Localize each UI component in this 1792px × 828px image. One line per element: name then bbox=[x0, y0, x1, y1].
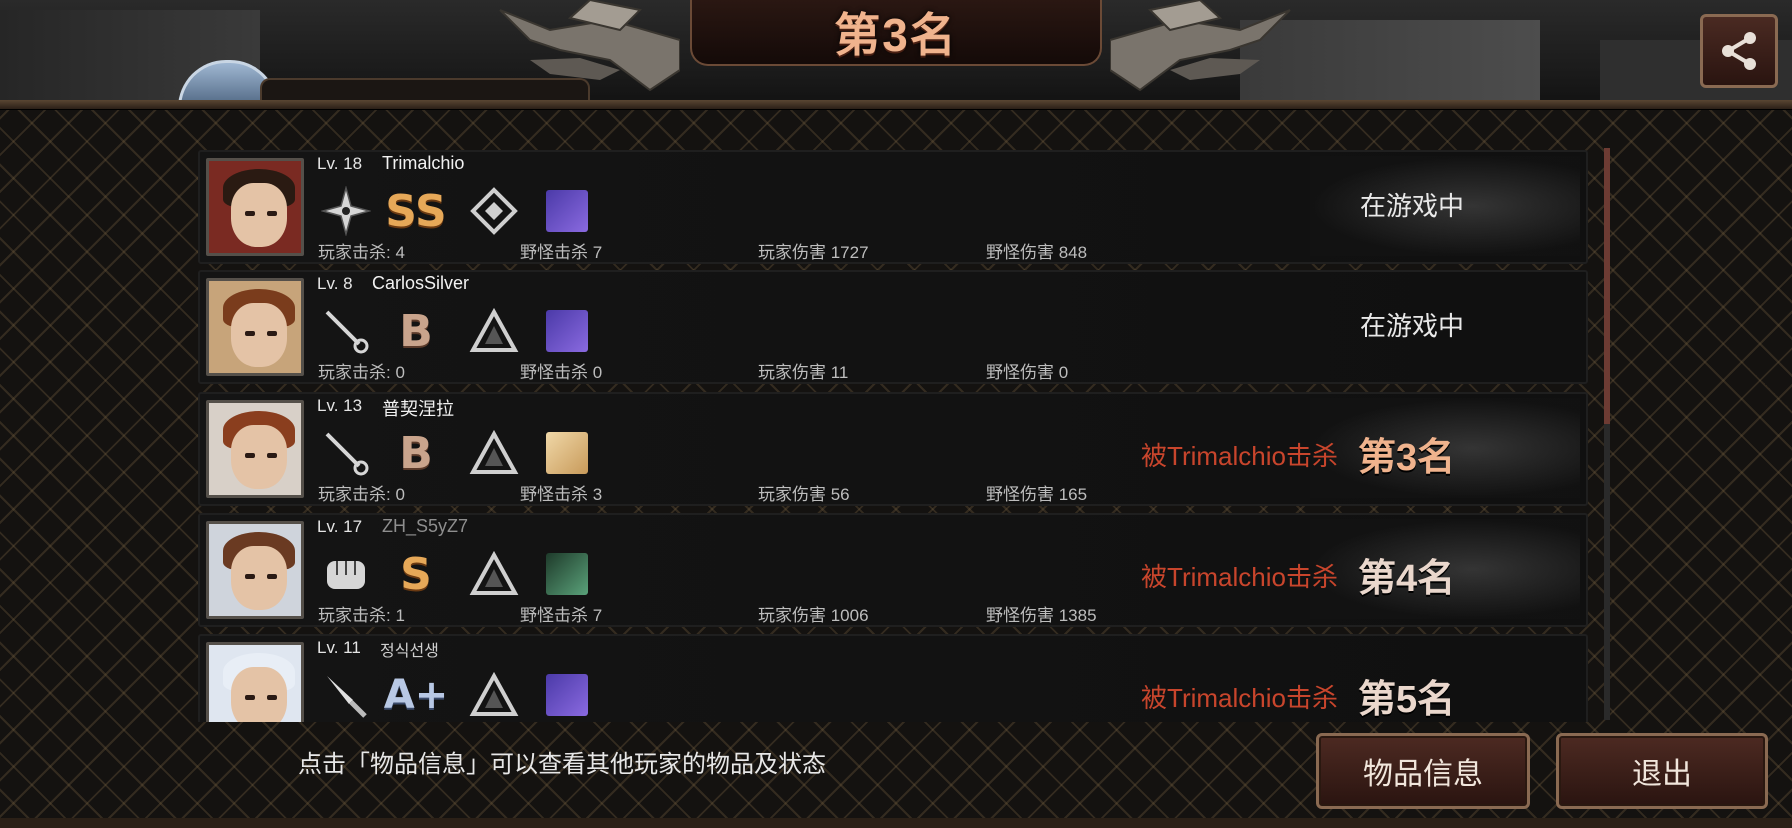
triangle-rank-icon bbox=[466, 306, 522, 356]
rank-text: 第3名 bbox=[1358, 437, 1456, 479]
triangle-rank-icon bbox=[466, 670, 522, 720]
player-kills: 玩家击杀: 4 bbox=[318, 243, 405, 262]
bottom-rail bbox=[0, 818, 1792, 828]
killed-by-text: 被Trimalchio击杀 bbox=[1141, 683, 1338, 713]
player-kills: 玩家击杀: 0 bbox=[318, 363, 405, 382]
grade-badge: B bbox=[399, 427, 433, 479]
player-name: CarlosSilver bbox=[372, 273, 470, 293]
status-text: 在游戏中 bbox=[1360, 191, 1465, 221]
player-level: Lv. 8 bbox=[317, 274, 353, 293]
triangle-rank-icon bbox=[466, 549, 522, 599]
player-damage: 玩家伤害 1727 bbox=[758, 243, 869, 262]
player-row[interactable]: Lv. 17 ZH_S5yZ7 S 玩家击杀: 1 野怪击杀 7 玩家伤害 10… bbox=[198, 513, 1588, 627]
title-banner: 第3名 bbox=[690, 0, 1102, 66]
hint-text: 点击「物品信息」可以查看其他玩家的物品及状态 bbox=[298, 751, 826, 778]
player-row[interactable]: Lv. 11 정식선생 A+ 被Trimalchio击杀 第5名 bbox=[198, 634, 1588, 722]
scrollbar-thumb[interactable] bbox=[1604, 148, 1610, 424]
player-row[interactable]: Lv. 13 普契涅拉 B 玩家击杀: 0 野怪击杀 3 玩家伤害 56 野怪伤… bbox=[198, 392, 1588, 506]
monster-damage: 野怪伤害 1385 bbox=[986, 606, 1097, 625]
bread-item-icon[interactable] bbox=[546, 432, 588, 474]
avatar bbox=[206, 278, 304, 376]
diamond-rank-icon bbox=[466, 186, 522, 236]
avatar bbox=[206, 400, 304, 498]
killed-by-text: 被Trimalchio击杀 bbox=[1141, 441, 1338, 471]
player-row[interactable]: Lv. 8 CarlosSilver B 玩家击杀: 0 野怪击杀 0 玩家伤害… bbox=[198, 270, 1588, 384]
page-title: 第3名 bbox=[834, 9, 958, 61]
monster-damage: 野怪伤害 848 bbox=[986, 243, 1088, 262]
guns-wings-right-icon bbox=[1110, 0, 1291, 92]
avatar bbox=[206, 158, 304, 256]
triangle-rank-icon bbox=[466, 428, 522, 478]
monster-kills: 野怪击杀 0 bbox=[520, 363, 603, 382]
share-button[interactable] bbox=[1700, 14, 1778, 88]
exit-button[interactable]: 退出 bbox=[1556, 733, 1768, 809]
player-name: 普契涅拉 bbox=[382, 399, 454, 419]
grade-badge: SS bbox=[385, 185, 447, 237]
rank-text: 第5名 bbox=[1358, 679, 1456, 721]
scrollbar[interactable] bbox=[1604, 148, 1610, 720]
player-name: ZH_S5yZ7 bbox=[382, 516, 469, 536]
monster-kills: 野怪击杀 3 bbox=[520, 485, 603, 504]
purple-item-icon[interactable] bbox=[546, 674, 588, 716]
rank-text: 第4名 bbox=[1358, 558, 1456, 600]
player-name: 정식선생 bbox=[380, 643, 439, 660]
player-damage: 玩家伤害 11 bbox=[758, 363, 849, 382]
killed-by-text: 被Trimalchio击杀 bbox=[1141, 562, 1338, 592]
grade-badge: S bbox=[400, 548, 432, 600]
monster-damage: 野怪伤害 0 bbox=[986, 363, 1069, 382]
player-damage: 玩家伤害 1006 bbox=[758, 606, 869, 625]
player-level: Lv. 18 bbox=[317, 154, 363, 173]
player-list[interactable]: Lv. 18 Trimalchio SS 玩家击杀: 4 野怪击杀 7 玩家伤害… bbox=[198, 150, 1588, 722]
monster-damage: 野怪伤害 165 bbox=[986, 485, 1088, 504]
player-kills: 玩家击杀: 0 bbox=[318, 485, 405, 504]
shuriken-icon bbox=[318, 186, 374, 236]
monster-kills: 野怪击杀 7 bbox=[520, 606, 603, 625]
player-name: Trimalchio bbox=[382, 153, 465, 173]
player-level: Lv. 17 bbox=[317, 517, 363, 536]
player-kills: 玩家击杀: 1 bbox=[318, 606, 405, 625]
monster-kills: 野怪击杀 7 bbox=[520, 243, 603, 262]
purple-item-icon[interactable] bbox=[546, 310, 588, 352]
grade-badge: B bbox=[399, 305, 433, 357]
player-level: Lv. 13 bbox=[317, 396, 363, 415]
player-damage: 玩家伤害 56 bbox=[758, 485, 850, 504]
top-rail bbox=[0, 100, 1792, 110]
player-level: Lv. 11 bbox=[317, 638, 361, 657]
avatar bbox=[206, 642, 304, 722]
fist-icon bbox=[318, 549, 374, 599]
player-row[interactable]: Lv. 18 Trimalchio SS 玩家击杀: 4 野怪击杀 7 玩家伤害… bbox=[198, 150, 1588, 264]
item-info-button[interactable]: 物品信息 bbox=[1316, 733, 1530, 809]
rapier-icon bbox=[318, 306, 374, 356]
share-icon bbox=[1722, 32, 1756, 70]
rapier-icon bbox=[318, 428, 374, 478]
status-text: 在游戏中 bbox=[1360, 311, 1465, 341]
green-item-icon[interactable] bbox=[546, 553, 588, 595]
knife-icon bbox=[318, 670, 374, 720]
guns-wings-left-icon bbox=[499, 0, 680, 92]
purple-item-icon[interactable] bbox=[546, 190, 588, 232]
grade-badge: A+ bbox=[383, 672, 449, 718]
avatar bbox=[206, 521, 304, 619]
